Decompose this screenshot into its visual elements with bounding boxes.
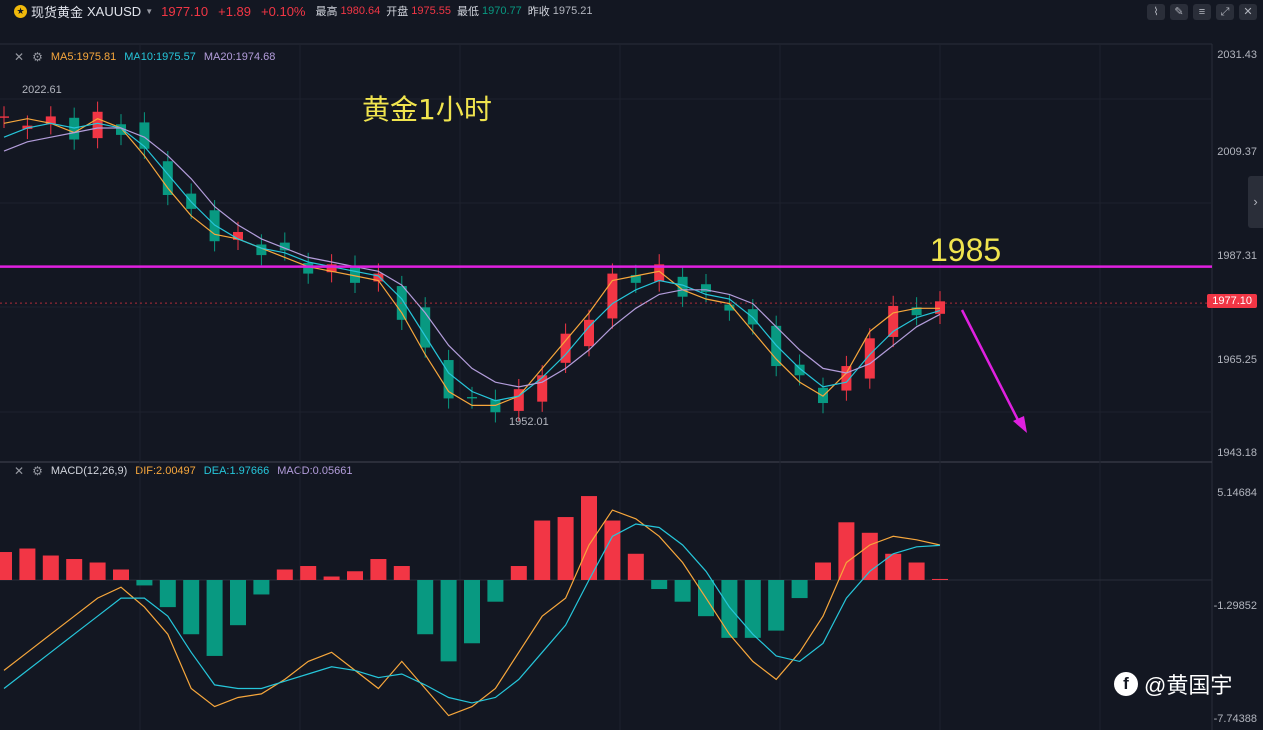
macd-histogram-bar [510,566,527,580]
macd-histogram-bar [627,553,644,580]
macd-histogram-bar [674,580,691,602]
macd-histogram-bar [66,559,83,580]
macd-histogram-bar [300,566,317,580]
macd-histogram-bar [0,552,12,580]
macd-histogram-bar [370,559,387,580]
macd-histogram-bar [768,580,785,631]
chevron-right-icon[interactable]: › [1248,176,1263,228]
macd-histogram-bar [113,569,129,580]
macd-histogram-bar [557,517,574,580]
macd-histogram-bar [581,496,597,580]
macd-histogram-bar [393,566,410,580]
macd-axis-label: -7.74388 [1213,713,1257,725]
chart-annotation-title: 黄金1小时 [362,93,492,126]
candle-body [69,117,80,140]
candle-body [92,111,103,139]
macd-histogram-bar [534,520,551,580]
macd-histogram-bar [89,562,106,580]
level-annotation: 1985 [930,232,1002,268]
macd-histogram-bar [932,578,948,580]
macd-histogram-bar [253,580,270,595]
down-arrow-shaft [960,309,1022,425]
candle-body [443,360,454,399]
price-chart[interactable] [0,0,1263,730]
macd-histogram-bar [19,548,36,580]
ma20-line [3,127,941,388]
macd-histogram-bar [440,580,457,662]
candle-body [537,375,548,402]
candle-body [888,305,899,337]
watermark: f @黄国宇 [1114,668,1232,700]
macd-axis-label: -1.29852 [1213,600,1257,612]
candle-body [794,364,805,376]
high-marker-label: 2022.61 [22,84,62,96]
watermark-text: @黄国宇 [1144,673,1233,698]
macd-histogram-bar [464,580,480,644]
macd-histogram-bar [487,580,504,602]
price-axis-label: 2031.43 [1217,49,1257,61]
macd-histogram-bar [347,571,363,580]
candle-body [350,265,360,283]
low-marker-label: 1952.01 [509,416,549,428]
candle-body [0,116,9,118]
macd-histogram-bar [230,580,246,626]
macd-histogram-bar [744,580,761,638]
macd-histogram-bar [276,569,293,580]
facebook-icon: f [1114,672,1138,696]
candle-body [490,399,501,413]
macd-histogram-bar [604,520,621,580]
macd-histogram-bar [206,580,223,656]
macd-histogram-bar [721,580,738,638]
price-axis-label: 1965.25 [1217,354,1257,366]
price-axis-label: 1987.31 [1217,250,1257,262]
macd-histogram-bar [159,580,176,608]
macd-histogram-bar [908,562,925,580]
macd-histogram-bar [42,555,59,580]
down-arrow-head [1013,416,1027,433]
interval-bar-bg [0,22,1263,44]
macd-histogram-bar [791,580,808,599]
candle-body [467,397,477,399]
macd-histogram-bar [815,562,831,580]
macd-histogram-bar [861,532,878,580]
macd-histogram-bar [417,580,434,635]
price-axis-label: 2009.37 [1217,146,1257,158]
macd-histogram-bar [838,522,855,580]
candle-body [303,262,314,274]
macd-histogram-bar [136,580,153,586]
price-axis-label: 1943.18 [1217,447,1257,459]
macd-histogram-bar [183,580,200,635]
current-price-tag: 1977.10 [1207,294,1257,308]
macd-axis-label: 5.14684 [1217,487,1257,499]
macd-histogram-bar [651,580,668,590]
candle-body [209,210,220,242]
macd-histogram-bar [323,576,340,580]
